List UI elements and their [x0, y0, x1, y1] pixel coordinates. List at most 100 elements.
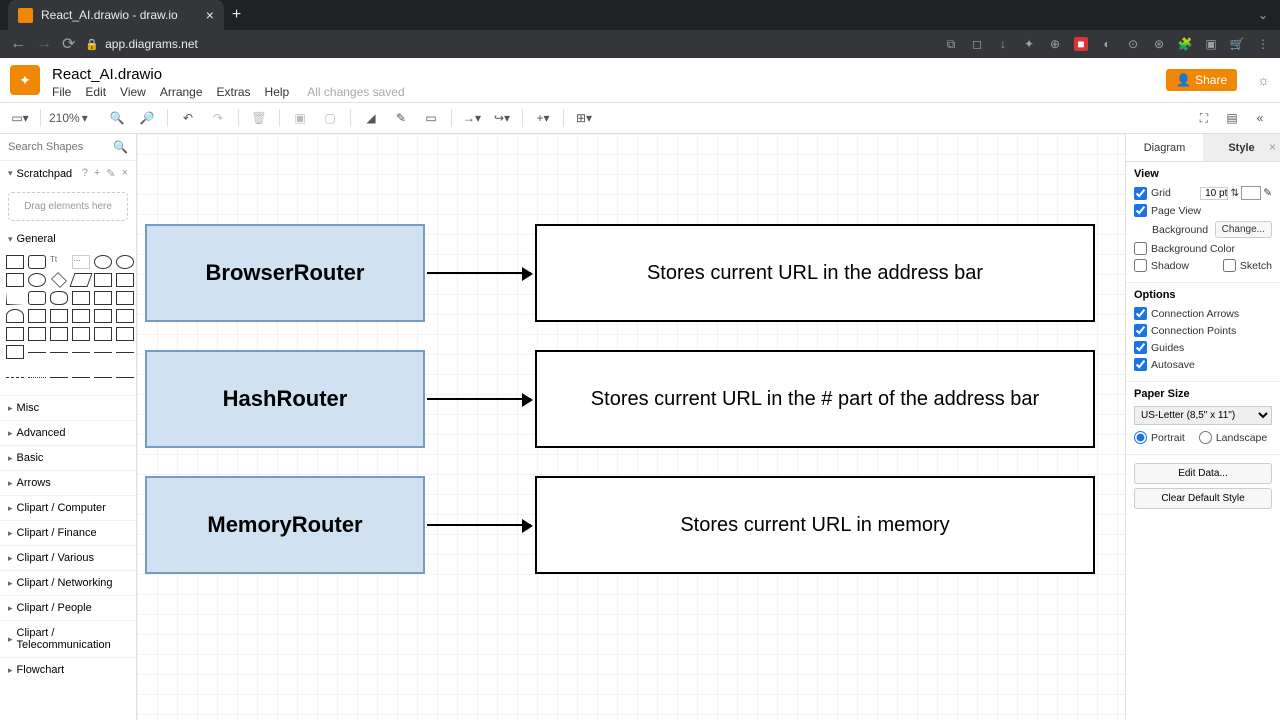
grid-stepper-icon[interactable]: ⇅ — [1230, 187, 1239, 199]
ext-icon[interactable]: ↓ — [996, 37, 1010, 51]
shape-card[interactable] — [72, 309, 90, 323]
fill-color-icon[interactable]: ◢ — [359, 106, 383, 130]
general-shapes-header[interactable]: ▾ General — [0, 227, 136, 251]
shape-diamond[interactable] — [51, 272, 67, 288]
shape-step[interactable] — [28, 309, 46, 323]
menu-view[interactable]: View — [120, 85, 146, 99]
shape-conn[interactable] — [72, 377, 90, 391]
cat-clipart-networking[interactable]: ▸Clipart / Networking — [0, 570, 136, 595]
tab-diagram[interactable]: Diagram — [1126, 134, 1203, 161]
shape-dir[interactable] — [94, 352, 112, 366]
to-back-icon[interactable]: ▢ — [318, 106, 342, 130]
shape-callout[interactable] — [116, 291, 134, 305]
cat-clipart-computer[interactable]: ▸Clipart / Computer — [0, 495, 136, 520]
undo-icon[interactable]: ↶ — [176, 106, 200, 130]
file-name[interactable]: React_AI.drawio — [52, 62, 405, 83]
sidebar-toggle-icon[interactable]: ▭▾ — [8, 106, 32, 130]
ext-icon[interactable]: ◐ — [1100, 37, 1114, 51]
share-button[interactable]: 👤 Share — [1166, 69, 1237, 91]
edit-data-button[interactable]: Edit Data... — [1134, 463, 1272, 484]
shape-and[interactable] — [116, 309, 134, 323]
clear-style-button[interactable]: Clear Default Style — [1134, 488, 1272, 509]
reload-button[interactable]: ⟳ — [62, 34, 75, 54]
zoom-out-icon[interactable]: 🔎 — [135, 106, 159, 130]
search-input[interactable] — [8, 141, 113, 153]
ext-icon[interactable]: ■ — [1074, 37, 1088, 51]
menu-file[interactable]: File — [52, 85, 71, 99]
paper-size-select[interactable]: US-Letter (8,5" x 11") — [1134, 406, 1272, 425]
cat-clipart-various[interactable]: ▸Clipart / Various — [0, 545, 136, 570]
format-panel-toggle-icon[interactable]: ▤ — [1220, 106, 1244, 130]
menu-edit[interactable]: Edit — [85, 85, 106, 99]
guides-checkbox[interactable] — [1134, 341, 1147, 354]
shape-arrow[interactable] — [50, 352, 68, 366]
browser-menu-icon[interactable]: ⋮ — [1256, 37, 1270, 51]
grid-checkbox[interactable] — [1134, 187, 1147, 200]
back-button[interactable]: ← — [10, 35, 26, 53]
node-memoryrouter-desc[interactable]: Stores current URL in memory — [535, 476, 1095, 574]
fullscreen-icon[interactable]: ⛶ — [1192, 106, 1216, 130]
node-hashrouter[interactable]: HashRouter — [145, 350, 425, 448]
ext-icon[interactable]: ▣ — [1204, 37, 1218, 51]
collapse-icon[interactable]: « — [1248, 106, 1272, 130]
app-logo[interactable]: ✦ — [10, 65, 40, 95]
shape-triangle[interactable] — [6, 291, 24, 305]
change-bg-button[interactable]: Change... — [1215, 221, 1272, 238]
node-browserrouter-desc[interactable]: Stores current URL in the address bar — [535, 224, 1095, 322]
edit-icon[interactable]: ✎ — [106, 167, 115, 180]
connection-icon[interactable]: →▾ — [460, 106, 484, 130]
conn-arrows-checkbox[interactable] — [1134, 307, 1147, 320]
shape-cube[interactable] — [28, 327, 46, 341]
cat-basic[interactable]: ▸Basic — [0, 445, 136, 470]
tabs-dropdown-icon[interactable]: ⌄ — [1258, 8, 1268, 22]
bg-color-checkbox[interactable] — [1134, 242, 1147, 255]
shape-conn2[interactable] — [94, 377, 112, 391]
delete-icon[interactable]: 🗑 — [247, 106, 271, 130]
cat-advanced[interactable]: ▸Advanced — [0, 420, 136, 445]
ext-icon[interactable]: ⊛ — [1152, 37, 1166, 51]
cat-clipart-people[interactable]: ▸Clipart / People — [0, 595, 136, 620]
address-bar[interactable]: 🔒 app.diagrams.net — [85, 37, 197, 51]
shape-actor2[interactable] — [72, 327, 90, 341]
cat-flowchart[interactable]: ▸Flowchart — [0, 657, 136, 682]
shape-doc[interactable] — [72, 291, 90, 305]
node-memoryrouter[interactable]: MemoryRouter — [145, 476, 425, 574]
shape-ellipse2[interactable] — [116, 255, 134, 269]
shape-dot[interactable] — [28, 377, 46, 391]
ext-icon[interactable]: ⊕ — [1048, 37, 1062, 51]
shape-circle[interactable] — [28, 273, 46, 287]
close-tab-icon[interactable]: × — [206, 7, 214, 23]
shape-x[interactable] — [94, 327, 112, 341]
browser-tab[interactable]: React_AI.drawio - draw.io × — [8, 0, 224, 30]
portrait-radio[interactable] — [1134, 431, 1147, 444]
menu-help[interactable]: Help — [265, 85, 290, 99]
help-icon[interactable]: ? — [82, 167, 88, 180]
zoom-select[interactable]: 210% ▾ — [49, 111, 99, 125]
shape-ellipse[interactable] — [94, 255, 112, 269]
shape-y[interactable] — [116, 327, 134, 341]
shape-link[interactable] — [50, 377, 68, 391]
ext-icon[interactable]: ⧉ — [944, 37, 958, 51]
ext-icon[interactable]: 🛒 — [1230, 37, 1244, 51]
shape-text[interactable]: Tt — [50, 255, 68, 269]
cat-arrows[interactable]: ▸Arrows — [0, 470, 136, 495]
ext-icon[interactable]: ⊙ — [1126, 37, 1140, 51]
shape-textbox[interactable]: ⋯ — [72, 255, 90, 269]
autosave-checkbox[interactable] — [1134, 358, 1147, 371]
zoom-in-icon[interactable]: 🔍 — [105, 106, 129, 130]
new-tab-button[interactable]: + — [232, 6, 241, 24]
page-view-checkbox[interactable] — [1134, 204, 1147, 217]
scratchpad-header[interactable]: ▾ Scratchpad ?+✎× — [0, 161, 136, 186]
landscape-radio[interactable] — [1199, 431, 1212, 444]
menu-arrange[interactable]: Arrange — [160, 85, 203, 99]
shape-rounded-rect[interactable] — [28, 255, 46, 269]
shadow-icon[interactable]: ▭ — [419, 106, 443, 130]
sketch-checkbox[interactable] — [1223, 259, 1236, 272]
shape-step2[interactable] — [50, 327, 68, 341]
shape-note[interactable] — [94, 291, 112, 305]
redo-icon[interactable]: ↷ — [206, 106, 230, 130]
edge-3[interactable] — [427, 524, 531, 526]
shape-trap[interactable] — [50, 309, 68, 323]
theme-toggle-icon[interactable]: ☼ — [1257, 72, 1270, 88]
to-front-icon[interactable]: ▣ — [288, 106, 312, 130]
